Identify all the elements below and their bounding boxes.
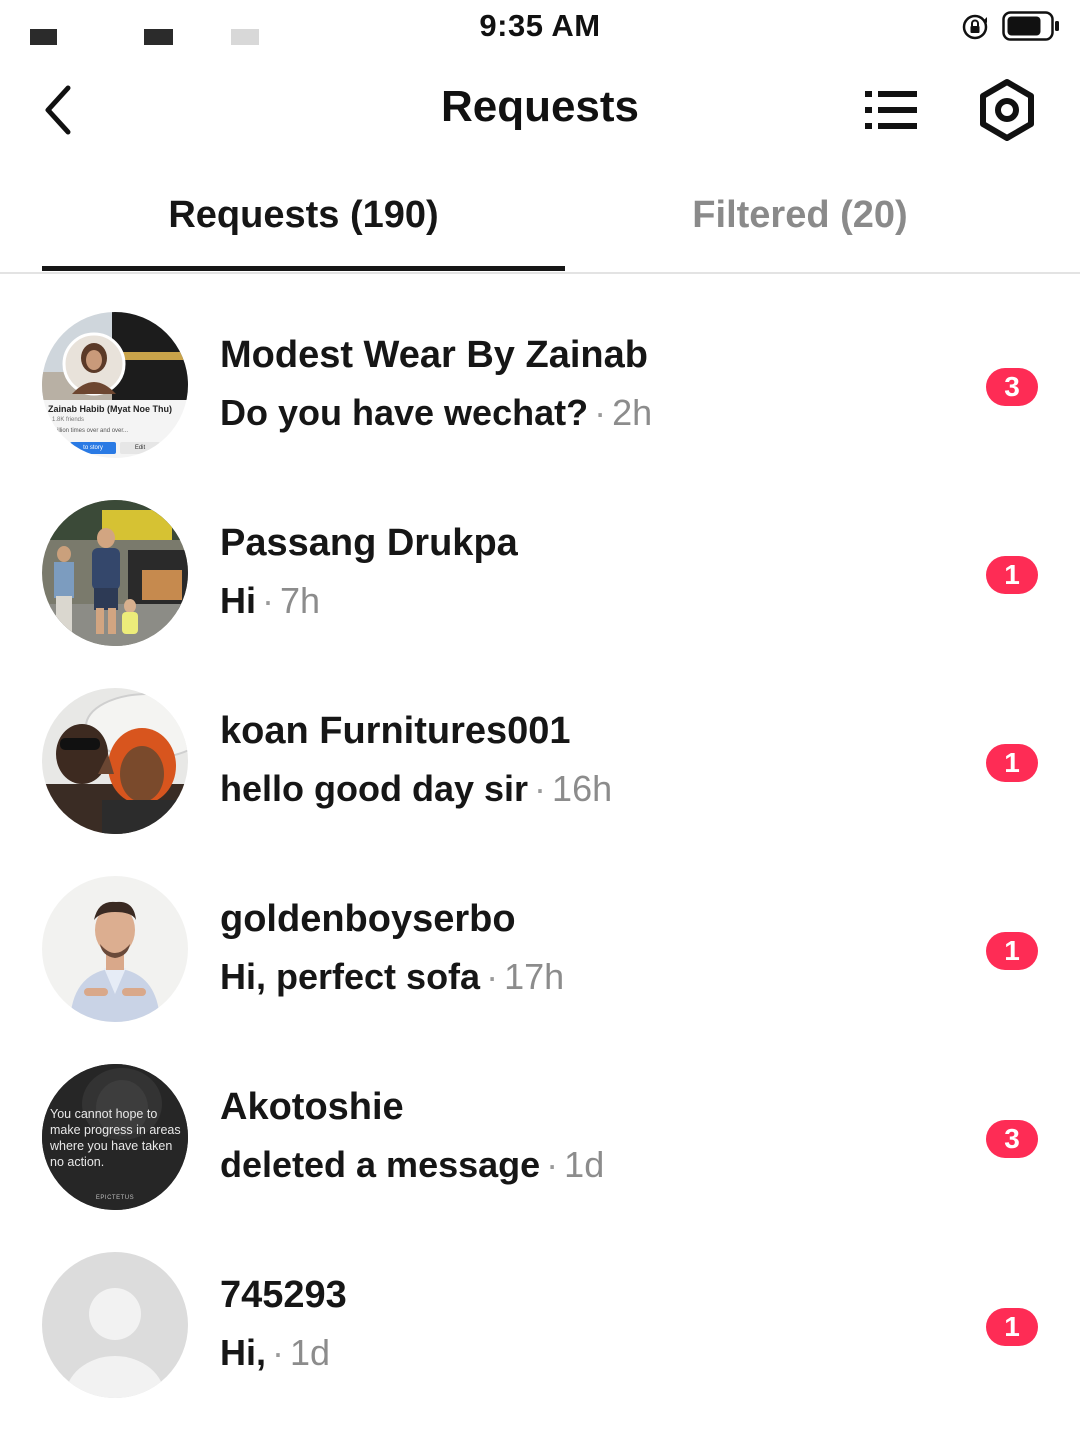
message-text: deleted a message: [220, 1144, 541, 1185]
message-time: 16h: [552, 768, 613, 809]
tab-bar: Requests (190) Filtered (20): [0, 172, 1080, 274]
message-time: 1d: [564, 1144, 605, 1185]
message-preview: Hi, · 1d: [220, 1332, 330, 1374]
message-preview: Hi · 7h: [220, 580, 320, 622]
avatar-profile-name: Zainab Habib (Myat Noe Thu): [48, 404, 173, 414]
message-time: 7h: [280, 580, 321, 621]
message-text: Do you have wechat?: [220, 392, 589, 433]
sender-name: 745293: [220, 1274, 347, 1316]
message-preview: hello good day sir · 16h: [220, 768, 612, 810]
sender-name: koan Furnitures001: [220, 710, 571, 752]
message-time: 2h: [612, 392, 653, 433]
request-row[interactable]: koan Furnitures001 hello good day sir · 16…: [0, 668, 1080, 856]
avatar-edit-label: Edit: [120, 442, 160, 454]
message-text: Hi: [220, 580, 256, 621]
status-time: 9:35 AM: [479, 8, 601, 43]
message-preview: deleted a message · 1d: [220, 1144, 604, 1186]
unread-badge: 1: [986, 556, 1038, 594]
separator-dot: ·: [262, 580, 274, 621]
active-tab-indicator: [42, 266, 565, 271]
request-list: Zainab Habib (Myat Noe Thu) 1.8K friends…: [0, 292, 1080, 1420]
gear-icon: [980, 79, 1034, 141]
message-time: 1d: [290, 1332, 331, 1373]
request-row[interactable]: 745293 Hi, · 1d 1: [0, 1232, 1080, 1420]
unread-badge: 1: [986, 744, 1038, 782]
separator-dot: ·: [272, 1332, 285, 1373]
request-row[interactable]: Zainab Habib (Myat Noe Thu) 1.8K friends…: [0, 292, 1080, 480]
request-row[interactable]: goldenboyserbo Hi, perfect sofa · 17h 1: [0, 856, 1080, 1044]
rotation-lock-icon: [962, 14, 988, 40]
message-time: 17h: [504, 956, 565, 997]
separator-dot: ·: [534, 768, 547, 809]
list-icon: [865, 91, 917, 129]
avatar[interactable]: Zainab Habib (Myat Noe Thu) 1.8K friends…: [42, 312, 188, 458]
message-text: Hi, perfect sofa: [220, 956, 481, 997]
header: Requests: [0, 60, 1080, 160]
request-row[interactable]: You cannot hope to make progress in area…: [0, 1044, 1080, 1232]
separator-dot: ·: [594, 392, 607, 433]
message-preview: Hi, perfect sofa · 17h: [220, 956, 564, 998]
default-avatar-icon: [42, 1252, 188, 1398]
separator-dot: ·: [486, 956, 499, 997]
tab-filtered[interactable]: Filtered (20): [540, 194, 1060, 237]
message-text: hello good day sir: [220, 768, 529, 809]
avatar[interactable]: [42, 500, 188, 646]
separator-dot: ·: [546, 1144, 559, 1185]
sender-name: Modest Wear By Zainab: [220, 334, 648, 376]
list-button[interactable]: [860, 82, 924, 138]
unread-badge: 1: [986, 1308, 1038, 1346]
avatar[interactable]: [42, 688, 188, 834]
avatar-story-label: to story: [70, 442, 116, 454]
avatar-profile-sub: 1.8K friends: [52, 417, 85, 423]
avatar-quote-text: You cannot hope to make progress in area…: [50, 1107, 181, 1169]
unread-badge: 1: [986, 932, 1038, 970]
avatar-profile-sub2: ...illion times over and over...: [52, 428, 129, 434]
sender-name: goldenboyserbo: [220, 898, 516, 940]
avatar[interactable]: [42, 1252, 188, 1398]
avatar-quote-author: EPICTETUS: [95, 1195, 135, 1201]
status-bar: 9:35 AM: [0, 0, 1080, 60]
sender-name: Akotoshie: [220, 1086, 404, 1128]
battery-icon: [1002, 11, 1059, 41]
message-preview: Do you have wechat? · 2h: [220, 392, 652, 434]
tab-requests[interactable]: Requests (190): [42, 194, 565, 237]
message-text: Hi,: [220, 1332, 267, 1373]
request-row[interactable]: Passang Drukpa Hi · 7h 1: [0, 480, 1080, 668]
avatar[interactable]: [42, 876, 188, 1022]
settings-button[interactable]: [972, 76, 1042, 144]
unread-badge: 3: [986, 1120, 1038, 1158]
unread-badge: 3: [986, 368, 1038, 406]
sender-name: Passang Drukpa: [220, 522, 518, 564]
avatar[interactable]: You cannot hope to make progress in area…: [42, 1064, 188, 1210]
